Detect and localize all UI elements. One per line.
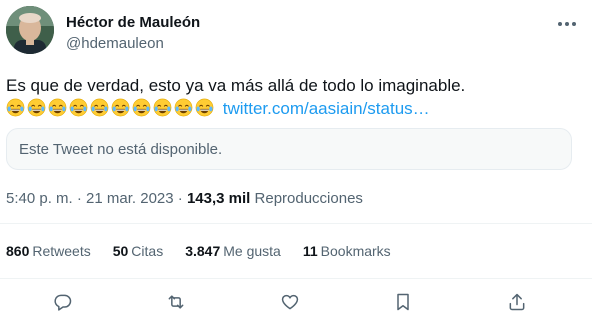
face-with-tears-of-joy-icon bbox=[174, 98, 193, 117]
face-with-tears-of-joy-icon bbox=[48, 98, 67, 117]
bookmarks-label: Bookmarks bbox=[320, 243, 391, 259]
unavailable-text: Este Tweet no está disponible. bbox=[19, 140, 223, 158]
bookmark-icon bbox=[397, 293, 409, 311]
avatar[interactable] bbox=[6, 6, 54, 54]
avatar-image bbox=[6, 6, 54, 54]
heart-icon bbox=[281, 294, 299, 310]
divider bbox=[0, 223, 592, 224]
tweet-link[interactable]: twitter.com/aasiain/status… bbox=[223, 99, 430, 118]
quotes-label: Citas bbox=[131, 243, 164, 259]
bookmark-button[interactable] bbox=[390, 289, 416, 315]
face-with-tears-of-joy-icon bbox=[153, 98, 172, 117]
bookmarks-stat[interactable]: 11 Bookmarks bbox=[303, 243, 391, 259]
more-dots-icon bbox=[558, 22, 576, 26]
retweets-label: Retweets bbox=[32, 243, 91, 259]
face-with-tears-of-joy-icon bbox=[6, 98, 25, 117]
face-with-tears-of-joy-icon bbox=[111, 98, 130, 117]
emoji-row bbox=[6, 98, 216, 118]
quotes-count: 50 bbox=[112, 243, 129, 259]
face-with-tears-of-joy-icon bbox=[90, 98, 109, 117]
tweet-stats: 860 Retweets 50 Citas 3.847 Me gusta 11 Book… bbox=[6, 243, 391, 259]
likes-label: Me gusta bbox=[223, 243, 281, 259]
views-count: 143,3 mil bbox=[186, 190, 251, 207]
retweet-icon bbox=[168, 295, 184, 309]
reply-button[interactable] bbox=[50, 289, 76, 315]
meta-separator: · bbox=[76, 190, 82, 207]
author-handle[interactable]: @hdemauleon bbox=[66, 35, 164, 52]
tweet-text: Es que de verdad, esto ya va más allá de… bbox=[6, 74, 586, 120]
face-with-tears-of-joy-icon bbox=[195, 98, 214, 117]
divider bbox=[0, 278, 592, 279]
meta-separator: · bbox=[177, 190, 183, 207]
face-with-tears-of-joy-icon bbox=[69, 98, 88, 117]
share-button[interactable] bbox=[504, 289, 530, 315]
retweets-stat[interactable]: 860 Retweets bbox=[6, 243, 91, 259]
reply-icon bbox=[54, 294, 72, 311]
retweets-count: 860 bbox=[6, 243, 30, 259]
tweet-date[interactable]: 21 mar. 2023 bbox=[86, 190, 174, 207]
bookmarks-count: 11 bbox=[302, 243, 318, 259]
quoted-tweet-unavailable: Este Tweet no está disponible. bbox=[6, 128, 572, 170]
like-button[interactable] bbox=[277, 289, 303, 315]
face-with-tears-of-joy-icon bbox=[27, 98, 46, 117]
tweet-time[interactable]: 5:40 p. m. bbox=[6, 190, 73, 207]
likes-stat[interactable]: 3.847 Me gusta bbox=[185, 243, 281, 259]
author-name[interactable]: Héctor de Mauleón bbox=[66, 14, 200, 31]
views-label: Reproducciones bbox=[254, 190, 363, 207]
share-icon bbox=[509, 293, 525, 311]
retweet-button[interactable] bbox=[163, 289, 189, 315]
likes-count: 3.847 bbox=[185, 243, 221, 259]
tweet-body: Es que de verdad, esto ya va más allá de… bbox=[6, 76, 466, 95]
quotes-stat[interactable]: 50 Citas bbox=[113, 243, 163, 259]
tweet-meta: 5:40 p. m. · 21 mar. 2023 · 143,3 mil Re… bbox=[6, 190, 363, 207]
more-options-button[interactable] bbox=[550, 12, 584, 36]
action-bar bbox=[0, 289, 592, 315]
face-with-tears-of-joy-icon bbox=[132, 98, 151, 117]
